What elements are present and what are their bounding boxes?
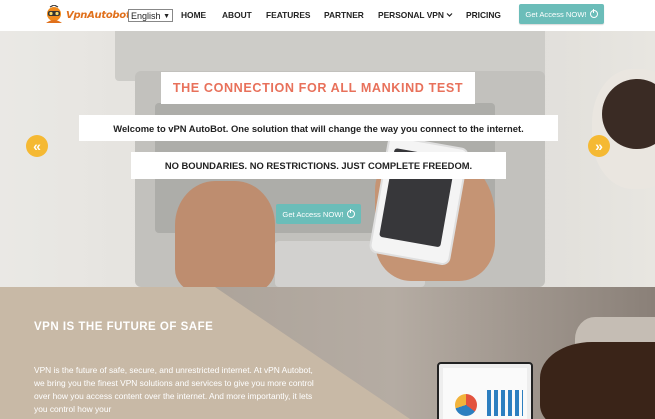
robot-mascot-icon [46,5,62,23]
chevron-down-icon: ▼ [163,13,170,20]
menu-item-about[interactable]: ABOUT [222,10,252,20]
logo[interactable]: VpnAutobot [43,5,131,25]
hero-welcome-text: Welcome to vPN AutoBot. One solution tha… [113,122,524,134]
section-text: VPN is the future of safe, secure, and u… [34,365,314,414]
get-access-button-label: Get Access NOW! [525,9,587,19]
section-title: VPN IS THE FUTURE OF SAFE [34,321,214,333]
hero-title-box: THE CONNECTION FOR ALL MANKIND TEST [161,72,475,104]
menu-item-home[interactable]: HOME [181,10,206,20]
hero-get-access-button[interactable]: Get Access NOW! [276,204,361,224]
hero-get-access-button-label: Get Access NOW! [282,209,344,219]
hero-tagline-box: NO BOUNDARIES. NO RESTRICTIONS. JUST COM… [131,152,506,179]
menu-item-personal-vpn-label: PERSONAL VPN [378,10,444,20]
double-chevron-left-icon: « [33,138,41,154]
menu-item-personal-vpn[interactable]: PERSONAL VPN [378,10,453,20]
tablet-image [437,362,533,419]
logo-text: VpnAutobot [66,9,131,21]
top-navbar: VpnAutobot English ▼ HOME ABOUT FEATURES… [0,0,655,31]
hero-welcome-box: Welcome to vPN AutoBot. One solution tha… [79,115,558,141]
slider-next-button[interactable]: » [588,135,610,157]
menu-item-partner[interactable]: PARTNER [324,10,364,20]
language-select[interactable]: English ▼ [128,9,173,22]
power-icon [589,9,598,18]
arm-image [540,342,655,419]
power-icon [346,209,355,218]
pie-chart-graphic [455,394,477,416]
about-section: VPN IS THE FUTURE OF SAFE VPN is the fut… [0,287,655,419]
get-access-button[interactable]: Get Access NOW! [519,4,604,24]
chevron-down-icon [446,13,453,17]
hero-title: THE CONNECTION FOR ALL MANKIND TEST [172,81,464,95]
slider-prev-button[interactable]: « [26,135,48,157]
hero-slider: THE CONNECTION FOR ALL MANKIND TEST Welc… [0,31,655,287]
double-chevron-right-icon: » [595,138,603,154]
menu-item-features[interactable]: FEATURES [266,10,311,20]
tablet-screen [443,368,527,419]
hero-tagline: NO BOUNDARIES. NO RESTRICTIONS. JUST COM… [164,160,473,171]
menu-item-pricing[interactable]: PRICING [466,10,501,20]
language-select-value: English [131,11,161,21]
bar-chart-graphic [487,390,523,416]
